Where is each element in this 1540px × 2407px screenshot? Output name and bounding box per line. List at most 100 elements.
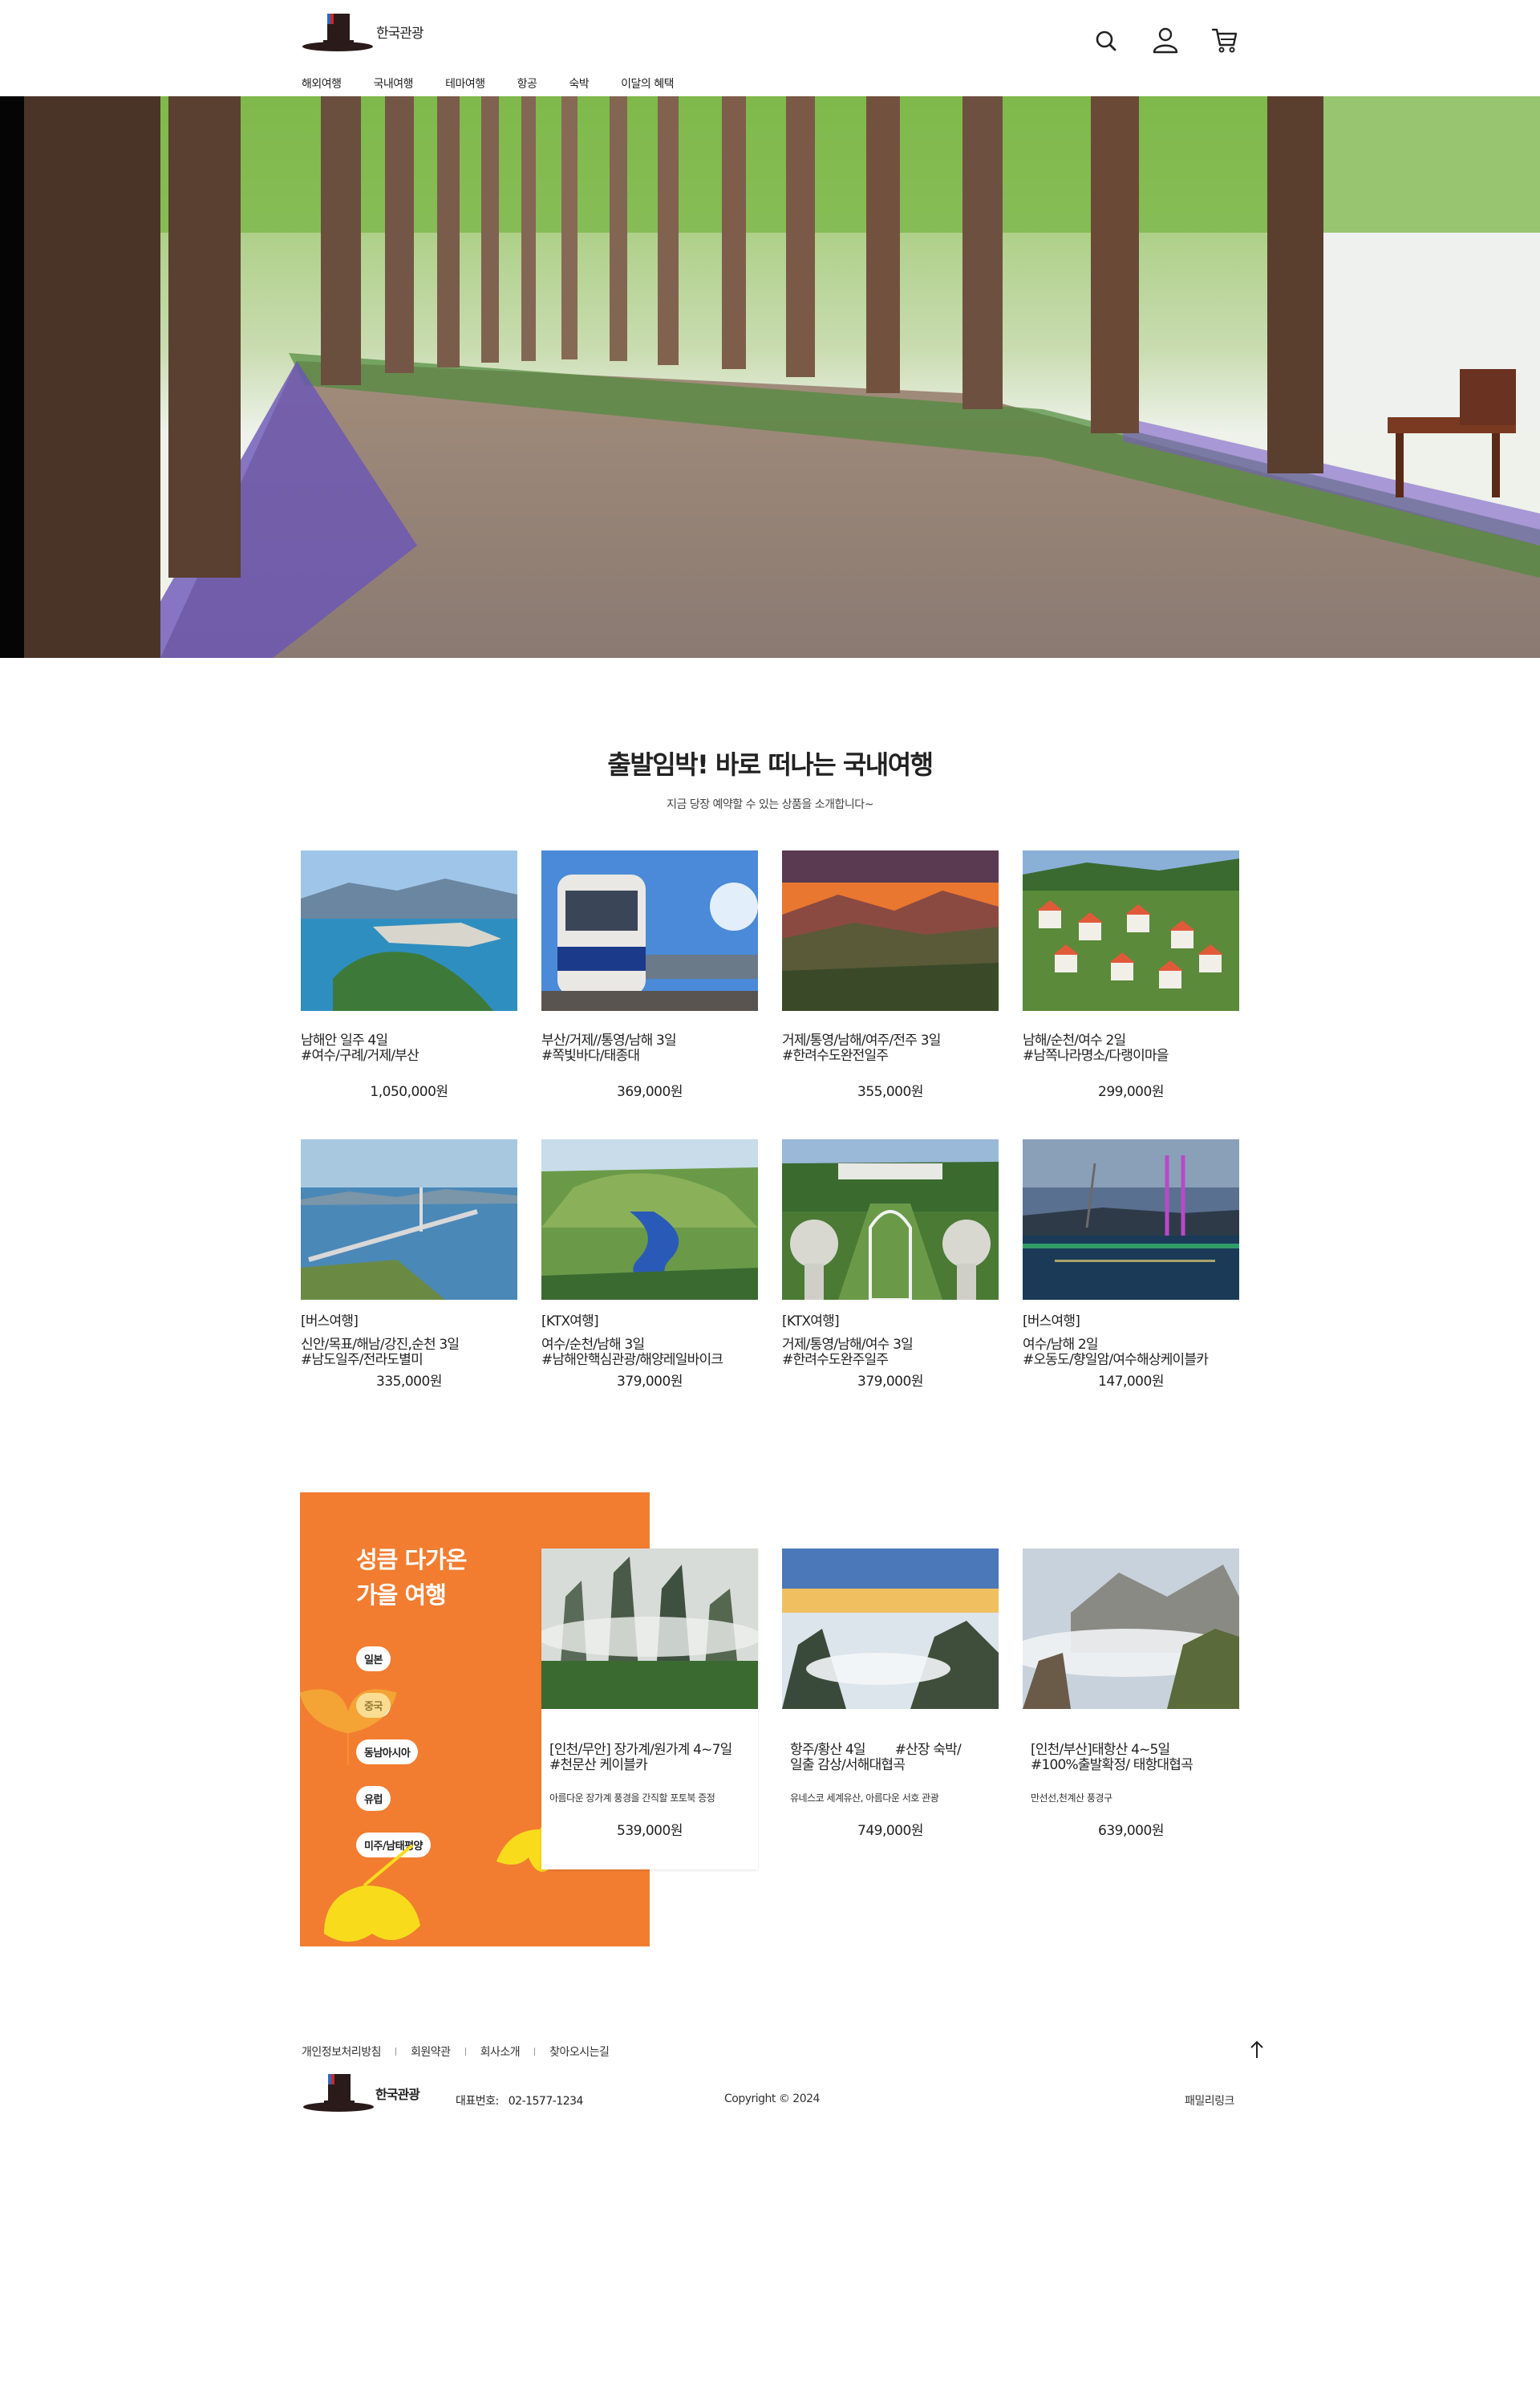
product-thumbnail[interactable] bbox=[301, 850, 517, 1011]
product-name: 거제/통영/남해/여주/전주 3일 bbox=[782, 1033, 941, 1049]
product-thumbnail[interactable] bbox=[1023, 1549, 1239, 1709]
product-name: 신안/목표/해남/강진,순천 3일 bbox=[301, 1337, 460, 1353]
family-link[interactable]: 패밀리링크 bbox=[1185, 2092, 1234, 2109]
product-tags: #오동도/향일암/여수해상케이블카 bbox=[1023, 1353, 1209, 1368]
product-thumbnail[interactable] bbox=[1023, 1139, 1239, 1300]
product-price: 379,000원 bbox=[857, 1374, 923, 1390]
product-thumbnail[interactable] bbox=[541, 1549, 758, 1709]
sea-bridge-image bbox=[301, 1139, 517, 1300]
huangshan-sunrise-image bbox=[782, 1549, 999, 1709]
product-tags: #한려수도완주일주 bbox=[782, 1353, 889, 1368]
phone-number: 02-1577-1234 bbox=[508, 2095, 584, 2108]
product-card[interactable]: [KTX여행] 여수/순천/남해 3일 #남해안핵심관광/해양레일바이크 379… bbox=[541, 1139, 758, 1390]
copyright: Copyright © 2024 bbox=[724, 2092, 820, 2105]
user-icon[interactable] bbox=[1151, 26, 1180, 55]
product-price: 335,000원 bbox=[376, 1374, 442, 1390]
product-thumbnail[interactable] bbox=[541, 1139, 758, 1300]
product-card[interactable]: 남해안 일주 4일 #여수/구례/거제/부산 1,050,000원 bbox=[301, 850, 517, 1100]
product-category: [KTX여행] bbox=[782, 1313, 840, 1329]
ginkgo-leaf-icon bbox=[300, 1689, 397, 1765]
product-price: 355,000원 bbox=[857, 1084, 923, 1100]
phone-label: 대표번호: bbox=[456, 2095, 499, 2108]
product-tags: #남쪽나라명소/다랭이마을 bbox=[1023, 1049, 1169, 1064]
product-thumbnail[interactable] bbox=[782, 1139, 999, 1300]
product-tags: #한려수도완전일주 bbox=[782, 1049, 889, 1064]
product-tags: #여수/구례/거제/부산 bbox=[301, 1049, 419, 1064]
product-price: 639,000원 bbox=[1098, 1823, 1164, 1839]
tag-japan[interactable]: 일본 bbox=[356, 1646, 391, 1671]
suncheon-garden-image bbox=[541, 1139, 758, 1300]
footer-link-directions[interactable]: 찾아오시는길 bbox=[549, 2044, 610, 2060]
product-name: [인천/무안] 장가계/원가계 4~7일 #천문산 케이블카 bbox=[549, 1742, 732, 1773]
main-nav: 해외여행 국내여행 테마여행 항공 숙박 이달의 혜택 bbox=[302, 75, 706, 91]
product-category: [버스여행] bbox=[301, 1313, 359, 1329]
sunset-mountains-image bbox=[782, 850, 999, 1011]
product-card[interactable]: [버스여행] 신안/목표/해남/강진,순천 3일 #남도일주/전라도별미 335… bbox=[301, 1139, 517, 1390]
product-thumbnail[interactable] bbox=[541, 850, 758, 1011]
nav-item-flight[interactable]: 항공 bbox=[517, 75, 537, 91]
sky-capsule-train-image bbox=[541, 850, 758, 1011]
footer-logo[interactable]: 한국관광 bbox=[302, 2072, 420, 2115]
product-description: 만선선,천계산 풍경구 bbox=[1031, 1792, 1112, 1804]
product-card[interactable]: 남해/순천/여수 2일 #남쪽나라명소/다랭이마을 299,000원 bbox=[1023, 850, 1239, 1100]
divider bbox=[464, 2048, 466, 2056]
product-thumbnail[interactable] bbox=[782, 850, 999, 1011]
nav-item-domestic[interactable]: 국내여행 bbox=[374, 75, 414, 91]
ginkgo-leaf-icon bbox=[324, 1844, 420, 1942]
product-tags: #남도일주/전라도별미 bbox=[301, 1353, 424, 1368]
tag-europe[interactable]: 유럽 bbox=[356, 1786, 391, 1811]
product-price: 147,000원 bbox=[1098, 1374, 1164, 1390]
divider bbox=[534, 2048, 536, 2056]
product-name: 남해안 일주 4일 bbox=[301, 1033, 388, 1049]
nav-item-monthly-benefit[interactable]: 이달의 혜택 bbox=[621, 75, 674, 91]
yeosu-night-image bbox=[1023, 1139, 1239, 1300]
product-card[interactable]: [버스여행] 여수/남해 2일 #오동도/향일암/여수해상케이블카 147,00… bbox=[1023, 1139, 1239, 1390]
domestic-section-subtitle: 지금 당장 예약할 수 있는 상품을 소개합니다~ bbox=[667, 798, 873, 811]
product-card[interactable]: 부산/거제//통영/남해 3일 #쪽빛바다/태종대 369,000원 bbox=[541, 850, 758, 1100]
german-village-image bbox=[1023, 850, 1239, 1011]
header-icons bbox=[1092, 26, 1239, 55]
coastal-city-image bbox=[301, 850, 517, 1011]
product-price: 299,000원 bbox=[1098, 1084, 1164, 1100]
nav-item-hotel[interactable]: 숙박 bbox=[569, 75, 589, 91]
product-name: 남해/순천/여수 2일 bbox=[1023, 1033, 1126, 1049]
footer-phone: 대표번호: 02-1577-1234 bbox=[456, 2092, 583, 2109]
footer-link-privacy[interactable]: 개인정보처리방침 bbox=[302, 2044, 382, 2060]
product-category: [버스여행] bbox=[1023, 1313, 1080, 1329]
product-thumbnail[interactable] bbox=[782, 1549, 999, 1709]
gat-hat-logo-icon bbox=[303, 2074, 374, 2112]
product-card[interactable]: 거제/통영/남해/여주/전주 3일 #한려수도완전일주 355,000원 bbox=[782, 850, 999, 1100]
footer-logo-text: 한국관광 bbox=[375, 2087, 420, 2102]
product-thumbnail[interactable] bbox=[1023, 850, 1239, 1011]
autumn-product-card[interactable]: 항주/황산 4일 #산장 숙박/ 일출 감상/서해대협곡 유네스코 세계유산, … bbox=[782, 1549, 999, 1839]
logo[interactable]: 한국관광 bbox=[301, 11, 424, 55]
footer-links: 개인정보처리방침 회원약관 회사소개 찾아오시는길 bbox=[302, 2044, 610, 2060]
product-card[interactable]: [KTX여행] 거제/통영/남해/여수 3일 #한려수도완주일주 379,000… bbox=[782, 1139, 999, 1390]
footer-link-about[interactable]: 회사소개 bbox=[480, 2044, 521, 2060]
scroll-top-arrow-icon[interactable] bbox=[1248, 2040, 1266, 2060]
product-description: 유네스코 세계유산, 아름다운 서호 관광 bbox=[790, 1792, 939, 1804]
product-tags: #쪽빛바다/태종대 bbox=[541, 1049, 640, 1064]
search-icon[interactable] bbox=[1092, 26, 1121, 55]
autumn-product-card[interactable]: [인천/무안] 장가계/원가계 4~7일 #천문산 케이블카 아름다운 장가계 … bbox=[541, 1549, 758, 1869]
product-name: 여수/순천/남해 3일 bbox=[541, 1337, 645, 1353]
autumn-title: 성큼 다가온 가을 여행 bbox=[356, 1546, 467, 1609]
domestic-section-title: 출발임박! 바로 떠나는 국내여행 bbox=[607, 749, 934, 780]
product-name: 거제/통영/남해/여수 3일 bbox=[782, 1337, 914, 1353]
product-name: 부산/거제//통영/남해 3일 bbox=[541, 1033, 677, 1049]
product-name: [인천/부산]태항산 4~5일 #100%출발확정/ 태항대협곡 bbox=[1031, 1742, 1194, 1773]
product-name: 항주/황산 4일 #산장 숙박/ 일출 감상/서해대협곡 bbox=[790, 1742, 962, 1773]
autumn-product-card[interactable]: [인천/부산]태항산 4~5일 #100%출발확정/ 태항대협곡 만선선,천계산… bbox=[1023, 1549, 1239, 1839]
nav-item-theme[interactable]: 테마여행 bbox=[445, 75, 485, 91]
site-header: 한국관광 해외여행 국내여행 테마여행 항공 숙박 이달의 혜택 bbox=[0, 0, 1540, 96]
product-price: 1,050,000원 bbox=[370, 1084, 448, 1100]
divider bbox=[395, 2048, 397, 2056]
nav-item-overseas[interactable]: 해외여행 bbox=[302, 75, 342, 91]
product-price: 369,000원 bbox=[617, 1084, 683, 1100]
gat-hat-logo-icon bbox=[302, 14, 373, 51]
cart-icon[interactable] bbox=[1210, 26, 1239, 55]
product-thumbnail[interactable] bbox=[301, 1139, 517, 1300]
taihang-cliffs-image bbox=[1023, 1549, 1239, 1709]
footer-link-terms[interactable]: 회원약관 bbox=[411, 2044, 451, 2060]
hero-banner bbox=[0, 96, 1540, 658]
